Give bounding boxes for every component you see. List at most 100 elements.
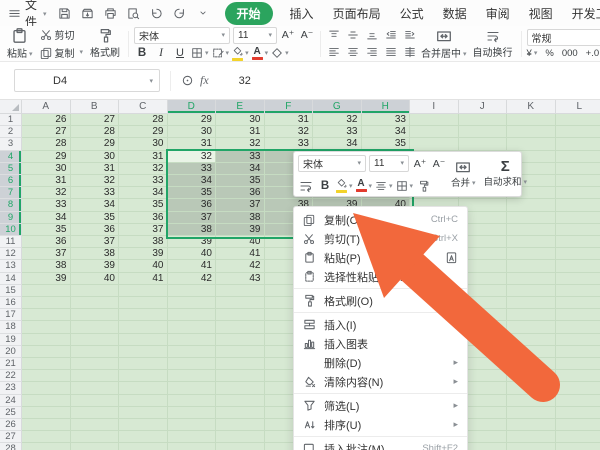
ribbon-tab-7[interactable]: 开发工具 xyxy=(570,3,600,24)
justify-button[interactable] xyxy=(383,45,399,60)
mini-fill-color-button[interactable] xyxy=(336,178,353,193)
cell-F3[interactable]: 33 xyxy=(265,138,314,150)
cell-A25[interactable] xyxy=(22,407,71,419)
font-size-select[interactable]: 11 xyxy=(233,27,277,44)
mini-wrap-text-button[interactable] xyxy=(298,178,314,193)
cell-K12[interactable] xyxy=(507,248,556,260)
cell-E21[interactable] xyxy=(216,358,265,370)
cell-K22[interactable] xyxy=(507,370,556,382)
valign-middle-button[interactable] xyxy=(345,28,361,43)
menu-item-copy[interactable]: 复制(C)Ctrl+C xyxy=(294,210,467,229)
column-header-K[interactable]: K xyxy=(507,100,556,114)
cell-G2[interactable]: 33 xyxy=(313,126,362,138)
cell-A11[interactable]: 36 xyxy=(22,236,71,248)
number-format-select[interactable]: 常规 xyxy=(527,29,600,46)
cell-E13[interactable]: 42 xyxy=(216,260,265,272)
ribbon-tab-4[interactable]: 数据 xyxy=(441,3,469,24)
cell-C2[interactable]: 29 xyxy=(119,126,168,138)
cell-B15[interactable] xyxy=(71,285,120,297)
align-left-button[interactable] xyxy=(326,45,342,60)
row-header-9[interactable]: 9 xyxy=(0,212,22,224)
cell-B3[interactable]: 29 xyxy=(71,138,120,150)
cell-C11[interactable]: 38 xyxy=(119,236,168,248)
cell-E2[interactable]: 31 xyxy=(216,126,265,138)
cell-E8[interactable]: 37 xyxy=(216,199,265,211)
cell-D8[interactable]: 36 xyxy=(168,199,217,211)
cell-B1[interactable]: 27 xyxy=(71,114,120,126)
cell-D16[interactable] xyxy=(168,297,217,309)
cell-C25[interactable] xyxy=(119,407,168,419)
cell-A4[interactable]: 29 xyxy=(22,151,71,163)
row-header-27[interactable]: 27 xyxy=(0,431,22,443)
cell-A27[interactable] xyxy=(22,431,71,443)
cell-L26[interactable] xyxy=(556,419,600,431)
cell-E19[interactable] xyxy=(216,334,265,346)
row-header-26[interactable]: 26 xyxy=(0,419,22,431)
cell-C27[interactable] xyxy=(119,431,168,443)
cell-L21[interactable] xyxy=(556,358,600,370)
mini-format-painter-button[interactable] xyxy=(416,178,432,193)
distribute-button[interactable] xyxy=(402,45,418,60)
cell-D11[interactable]: 39 xyxy=(168,236,217,248)
cell-C26[interactable] xyxy=(119,419,168,431)
decrease-font-button[interactable]: A⁻ xyxy=(299,28,315,43)
cell-E20[interactable] xyxy=(216,346,265,358)
row-header-11[interactable]: 11 xyxy=(0,236,22,248)
row-header-5[interactable]: 5 xyxy=(0,163,22,175)
mini-font-name-select[interactable]: 宋体 xyxy=(298,155,366,172)
italic-button[interactable]: I xyxy=(153,46,169,61)
ribbon-tab-3[interactable]: 公式 xyxy=(398,3,426,24)
insert-function-button[interactable]: fx xyxy=(200,73,209,88)
cell-B10[interactable]: 36 xyxy=(71,224,120,236)
cell-K20[interactable] xyxy=(507,346,556,358)
format-painter-button[interactable]: 格式刷 xyxy=(87,28,123,59)
cell-A5[interactable]: 30 xyxy=(22,163,71,175)
cell-D12[interactable]: 40 xyxy=(168,248,217,260)
cell-C13[interactable]: 40 xyxy=(119,260,168,272)
print-button[interactable] xyxy=(103,5,119,21)
ribbon-tab-5[interactable]: 审阅 xyxy=(484,3,512,24)
cell-C10[interactable]: 37 xyxy=(119,224,168,236)
row-header-13[interactable]: 13 xyxy=(0,260,22,272)
cell-K13[interactable] xyxy=(507,260,556,272)
cell-I1[interactable] xyxy=(410,114,459,126)
cell-L19[interactable] xyxy=(556,334,600,346)
column-header-B[interactable]: B xyxy=(71,100,120,114)
cell-L9[interactable] xyxy=(556,212,600,224)
cell-B13[interactable]: 39 xyxy=(71,260,120,272)
mini-borders-button[interactable] xyxy=(396,178,414,193)
increase-decimal-button[interactable]: +.0 xyxy=(586,48,599,59)
currency-format-button[interactable]: ¥ xyxy=(527,48,538,59)
mini-font-color-button[interactable]: A xyxy=(356,178,373,193)
cell-A3[interactable]: 28 xyxy=(22,138,71,150)
menu-item-sort[interactable]: 排序(U) xyxy=(294,415,467,434)
cell-F1[interactable]: 31 xyxy=(265,114,314,126)
cell-A19[interactable] xyxy=(22,334,71,346)
cell-C20[interactable] xyxy=(119,346,168,358)
cell-B11[interactable]: 37 xyxy=(71,236,120,248)
cell-C14[interactable]: 41 xyxy=(119,273,168,285)
cell-I2[interactable] xyxy=(410,126,459,138)
cell-E7[interactable]: 36 xyxy=(216,187,265,199)
cell-L28[interactable] xyxy=(556,443,600,450)
align-center-button[interactable] xyxy=(345,45,361,60)
cell-B19[interactable] xyxy=(71,334,120,346)
cell-A2[interactable]: 27 xyxy=(22,126,71,138)
cell-E10[interactable]: 39 xyxy=(216,224,265,236)
cell-D18[interactable] xyxy=(168,321,217,333)
fill-color-button[interactable] xyxy=(232,46,249,61)
cell-B25[interactable] xyxy=(71,407,120,419)
cell-D15[interactable] xyxy=(168,285,217,297)
cell-K14[interactable] xyxy=(507,273,556,285)
copy-button[interactable]: 复制 xyxy=(40,45,84,60)
cell-K21[interactable] xyxy=(507,358,556,370)
cell-A24[interactable] xyxy=(22,395,71,407)
column-header-I[interactable]: I xyxy=(410,100,459,114)
cell-A12[interactable]: 37 xyxy=(22,248,71,260)
cell-E12[interactable]: 41 xyxy=(216,248,265,260)
ribbon-tab-1[interactable]: 插入 xyxy=(288,3,316,24)
mini-merge-button[interactable]: 合并 xyxy=(447,155,480,193)
align-right-button[interactable] xyxy=(364,45,380,60)
cell-E17[interactable] xyxy=(216,309,265,321)
cell-D9[interactable]: 37 xyxy=(168,212,217,224)
